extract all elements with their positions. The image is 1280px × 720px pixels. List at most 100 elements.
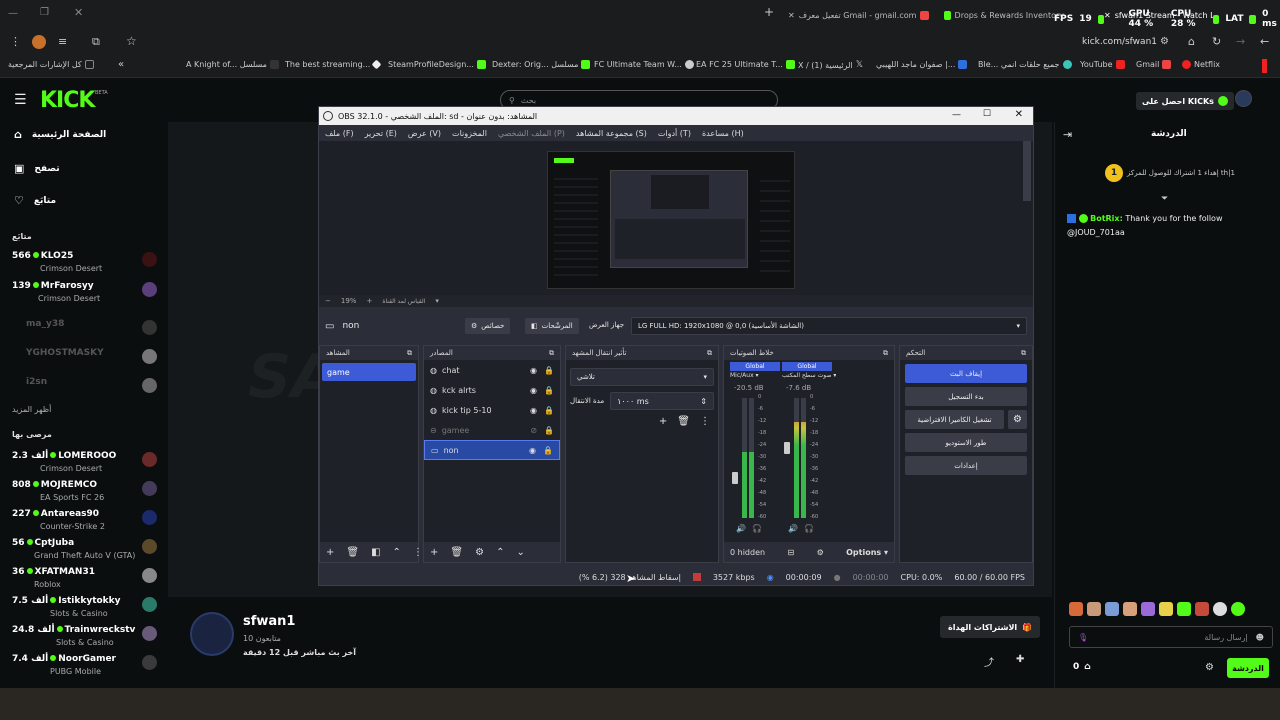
stop-streaming-button[interactable]: إيقاف البث (905, 364, 1027, 383)
chat-input[interactable]: 🎙 إرسال رسالة ☻ (1069, 626, 1273, 648)
menu-scene-collection[interactable]: مجموعة المشاهد (S) (576, 129, 647, 138)
kick-logo[interactable]: KICK (40, 88, 95, 113)
url-text[interactable]: kick.com/sfwan1 (1082, 37, 1157, 47)
lock-icon[interactable]: 🔒 (544, 366, 554, 375)
emote-icon[interactable] (1159, 602, 1173, 616)
bookmark-item[interactable]: YouTube (1080, 60, 1125, 69)
speaker-icon[interactable]: 🔊 (736, 524, 746, 533)
preview-scrollbar[interactable] (1023, 141, 1031, 201)
bookmark-star-icon[interactable]: ☆ (126, 34, 137, 48)
eye-icon[interactable]: ◉ (530, 366, 537, 375)
lock-icon[interactable]: 🔒 (544, 426, 554, 435)
menu-view[interactable]: عرض (V) (408, 129, 441, 138)
volume-fader[interactable] (784, 442, 790, 454)
lock-icon[interactable]: 🔒 (544, 386, 554, 395)
source-item[interactable]: ◍ chat ◉ 🔒 (424, 360, 560, 380)
bookmark-item[interactable]: صفوان ماجد اللهيبي |... (876, 60, 968, 69)
speaker-icon[interactable]: 🔊 (788, 524, 798, 533)
dock-popout-icon[interactable]: ⧉ (707, 349, 712, 358)
trash-icon[interactable]: 🗑 (677, 416, 690, 427)
tab-gmail[interactable]: ✕ تفعيل معرف Gmail - gmail.com (788, 6, 938, 24)
chat-points[interactable]: 0 ⌂ (1073, 662, 1091, 672)
menu-file[interactable]: ملف (F) (325, 129, 354, 138)
menu-tools[interactable]: أدوات (T) (658, 129, 691, 138)
add-icon[interactable]: + (326, 547, 334, 558)
virtual-camera-button[interactable]: تشغيل الكاميرا الافتراضية (905, 410, 1004, 429)
emoji-icon[interactable]: ☻ (1256, 633, 1264, 642)
emote-icon[interactable] (1177, 602, 1191, 616)
emote-icon[interactable] (1123, 602, 1137, 616)
bookmark-item[interactable]: Netflix (1182, 60, 1220, 69)
recommended-item[interactable]: 808 MOJREMCO EA Sports FC 26 (0, 477, 168, 505)
back-icon[interactable]: ← (1260, 35, 1269, 48)
collapse-chat-icon[interactable]: ⇥ (1063, 128, 1072, 141)
eye-icon[interactable]: ◉ (530, 386, 537, 395)
bookmark-item[interactable]: SteamProfileDesign... (388, 60, 486, 69)
gear-icon[interactable]: ⚙ (817, 548, 824, 557)
trash-icon[interactable]: 🗑 (346, 547, 359, 558)
recommended-item[interactable]: 7.5 ألف Istikkytokky Slots & Casino (0, 593, 168, 621)
filter-icon[interactable]: ◧ (371, 547, 380, 558)
bookmark-item[interactable]: A Knight of... مسلسل (186, 60, 279, 69)
bookmark-all[interactable]: كل الإشارات المرجعية (8, 60, 94, 69)
menu-profile[interactable]: الملف الشخصي (P) (498, 129, 565, 138)
dock-popout-icon[interactable]: ⧉ (1021, 349, 1026, 358)
virtual-camera-settings-icon[interactable]: ⚙ (1008, 410, 1027, 429)
menu-dots-icon[interactable]: ⋮ (10, 35, 21, 48)
eye-icon[interactable]: ◉ (530, 406, 537, 415)
puzzle-icon[interactable]: ⧉ (92, 35, 100, 49)
site-settings-icon[interactable]: ⚙ (1160, 36, 1169, 47)
maximize-icon[interactable]: ☐ (983, 109, 991, 119)
gear-icon[interactable]: ⚙ (475, 547, 484, 558)
source-item-selected[interactable]: ▭ non ◉ 🔒 (424, 440, 560, 460)
reload-icon[interactable]: ↻ (1212, 35, 1221, 48)
following-item-offline[interactable]: YGHOSTMASKY (0, 345, 168, 373)
nav-home[interactable]: ⌂ الصفحة الرئيسية (14, 128, 106, 141)
options-button[interactable]: Options ▾ (846, 548, 888, 557)
emote-icon[interactable] (1087, 602, 1101, 616)
following-item-offline[interactable]: ma_y38 (0, 316, 168, 344)
show-more-link[interactable]: أظهر المزيد (12, 405, 51, 414)
emote-icon[interactable] (1069, 602, 1083, 616)
move-down-icon[interactable]: ⌄ (516, 547, 524, 558)
menu-help[interactable]: مساعدة (H) (702, 129, 744, 138)
more-icon[interactable]: ⋮ (700, 416, 710, 427)
recommended-item[interactable]: 36 XFATMAN31 Roblox (0, 564, 168, 592)
device-select[interactable]: LG FULL HD: 1920x1080 @ 0,0 (الشاشة الأس… (631, 317, 1027, 335)
bookmark-item[interactable]: Ble... جميع حلقات انمي (978, 60, 1072, 69)
lock-icon[interactable]: 🔒 (543, 446, 553, 455)
lock-icon[interactable]: 🔒 (544, 406, 554, 415)
streamer-avatar[interactable] (190, 612, 234, 656)
close-icon[interactable]: ✕ (1015, 109, 1023, 120)
following-item[interactable]: 139 MrFarosyy Crimson Desert (0, 278, 168, 306)
filters-button[interactable]: ◧ المرشّحات (525, 318, 579, 334)
move-up-icon[interactable]: ⌃ (496, 547, 504, 558)
eye-icon[interactable]: ◉ (529, 446, 536, 455)
emote-icon[interactable] (1105, 602, 1119, 616)
hamburger-icon[interactable]: ☰ (14, 92, 27, 108)
follow-user-icon[interactable]: ✚ (1016, 654, 1024, 665)
profile-avatar[interactable] (32, 35, 46, 49)
home-icon[interactable]: ⌂ (1188, 35, 1195, 48)
zoom-dropdown-icon[interactable]: ▾ (435, 297, 439, 305)
emote-icon[interactable] (1213, 602, 1227, 616)
scene-item[interactable]: game (322, 363, 416, 381)
emote-icon[interactable] (1141, 602, 1155, 616)
recommended-item[interactable]: 2.3 ألف LOMEROOO Crimson Desert (0, 448, 168, 476)
transition-select[interactable]: تلاشي ▾ (570, 368, 714, 386)
trash-icon[interactable]: 🗑 (450, 547, 463, 558)
add-icon[interactable]: + (430, 547, 438, 558)
spin-icon[interactable]: ⇕ (700, 397, 707, 406)
layout-icon[interactable]: ⊟ (787, 548, 794, 557)
new-tab-icon[interactable]: + (764, 5, 774, 19)
overflow-bookmark-icon[interactable] (1262, 59, 1267, 73)
channel-name[interactable]: Mic/Aux ▾ (730, 372, 784, 379)
monitor-icon[interactable]: 🎧 (752, 524, 762, 533)
source-item[interactable]: ◍ kck alrts ◉ 🔒 (424, 380, 560, 400)
bookmark-item[interactable]: FC Ultimate Team W... (594, 60, 694, 69)
get-kicks-button[interactable]: احصل على KICKs (1136, 92, 1234, 110)
bookmark-item[interactable]: The best streaming... (285, 59, 382, 70)
nav-following[interactable]: ♡ متابَع (14, 194, 56, 207)
nav-browse[interactable]: ▣ تصفح (14, 162, 60, 175)
bookmark-item[interactable]: EA FC 25 Ultimate T... (696, 60, 795, 69)
